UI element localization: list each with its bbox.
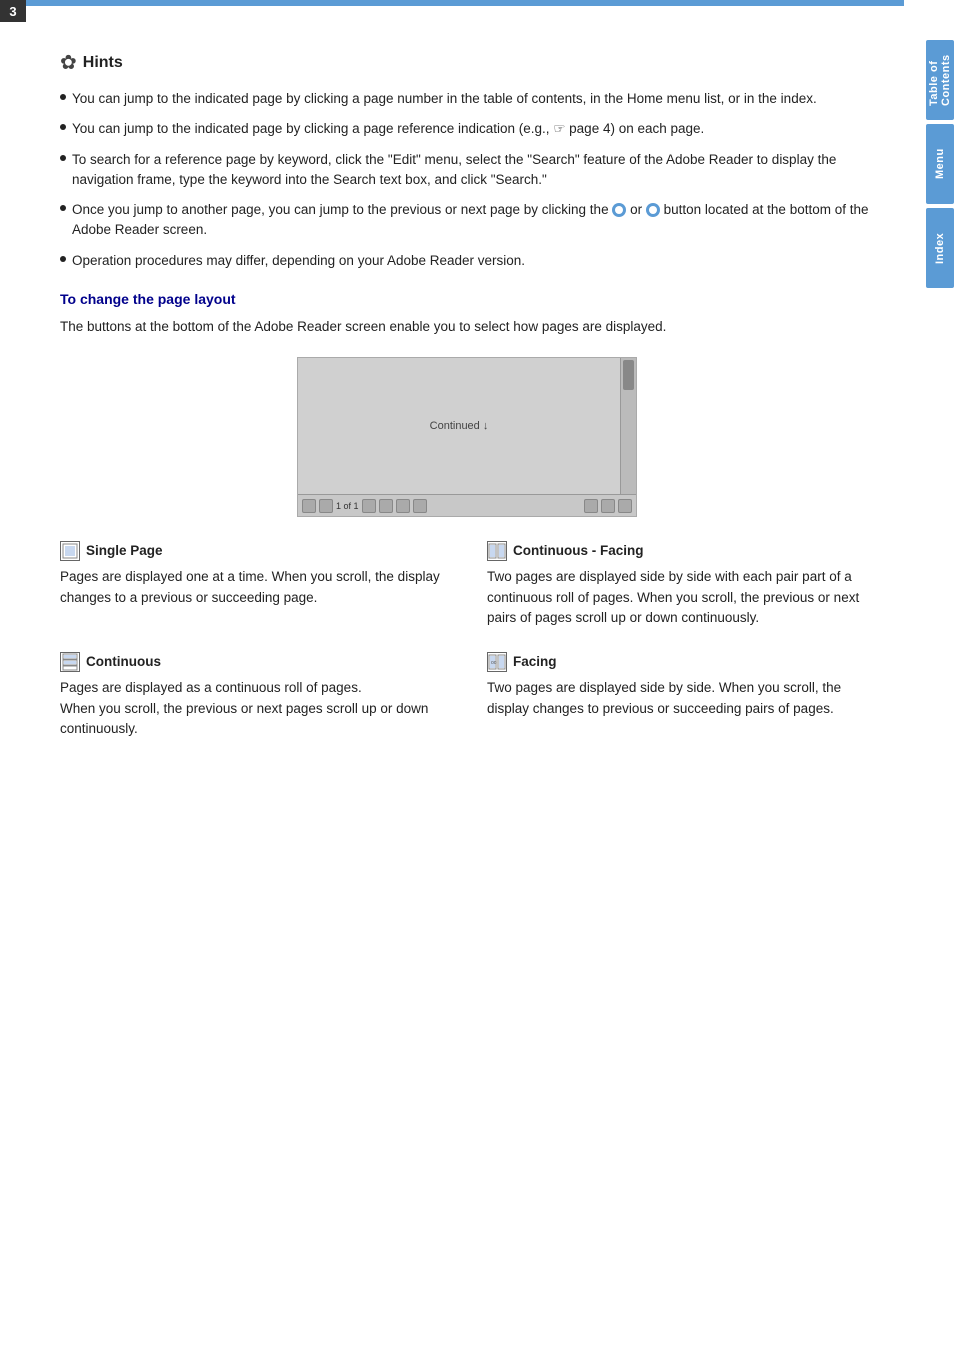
toolbar-btn-zoom2	[601, 499, 615, 513]
toolbar-page-indicator: 1 of 1	[336, 501, 359, 511]
section-title: To change the page layout	[60, 291, 874, 307]
mockup-scrollbar	[620, 358, 636, 494]
continuous-description: Pages are displayed as a continuous roll…	[60, 678, 447, 739]
single-page-title: Single Page	[86, 541, 163, 561]
bullet-3	[60, 155, 66, 161]
facing-icon: oo	[487, 652, 507, 672]
next-button-icon	[646, 203, 660, 217]
single-page-description: Pages are displayed one at a time. When …	[60, 567, 447, 608]
toolbar-btn-first	[302, 499, 316, 513]
view-mode-continuous-facing: Continuous - Facing Two pages are displa…	[487, 541, 874, 628]
continuous-facing-description: Two pages are displayed side by side wit…	[487, 567, 874, 628]
toolbar-btn-view2	[413, 499, 427, 513]
tab-index[interactable]: Index	[926, 208, 954, 288]
hint-text-4: Once you jump to another page, you can j…	[72, 200, 874, 241]
single-page-icon	[60, 541, 80, 561]
bullet-2	[60, 124, 66, 130]
hint-item-1: You can jump to the indicated page by cl…	[60, 89, 874, 109]
facing-description: Two pages are displayed side by side. Wh…	[487, 678, 874, 719]
sidebar-tabs: Table ofContents Menu Index	[904, 40, 954, 292]
hint-item-4: Once you jump to another page, you can j…	[60, 200, 874, 241]
hint-item-3: To search for a reference page by keywor…	[60, 150, 874, 191]
mockup-scrollthumb	[623, 360, 634, 390]
toolbar-btn-zoom1	[584, 499, 598, 513]
page-number: 3	[0, 0, 26, 22]
view-mode-single-page: Single Page Pages are displayed one at a…	[60, 541, 447, 628]
hint-text-3: To search for a reference page by keywor…	[72, 150, 874, 191]
hint-item-5: Operation procedures may differ, dependi…	[60, 251, 874, 271]
toolbar-btn-zoom3	[618, 499, 632, 513]
facing-header: oo Facing	[487, 652, 874, 672]
bullet-4	[60, 205, 66, 211]
hint-text-5: Operation procedures may differ, dependi…	[72, 251, 525, 271]
continuous-facing-icon	[487, 541, 507, 561]
prev-button-icon	[612, 203, 626, 217]
hints-title: Hints	[83, 54, 123, 72]
toolbar-btn-last	[379, 499, 393, 513]
hint-text-1: You can jump to the indicated page by cl…	[72, 89, 817, 109]
bullet-5	[60, 256, 66, 262]
mockup-continued-text: Continued ↓	[430, 420, 489, 432]
continuous-facing-header: Continuous - Facing	[487, 541, 874, 561]
mockup-toolbar: 1 of 1	[298, 494, 636, 516]
view-modes-grid: Single Page Pages are displayed one at a…	[60, 541, 874, 739]
toolbar-btn-prev	[319, 499, 333, 513]
hint-item-2: You can jump to the indicated page by cl…	[60, 119, 874, 139]
top-bar	[26, 0, 904, 6]
main-content: ✿ Hints You can jump to the indicated pa…	[40, 20, 894, 779]
continuous-facing-title: Continuous - Facing	[513, 541, 644, 561]
hints-header: ✿ Hints	[60, 50, 874, 75]
svg-text:oo: oo	[491, 660, 497, 666]
toolbar-btn-view1	[396, 499, 410, 513]
toolbar-btn-next	[362, 499, 376, 513]
facing-title: Facing	[513, 652, 557, 672]
continuous-title: Continuous	[86, 652, 161, 672]
bullet-1	[60, 94, 66, 100]
continuous-icon	[60, 652, 80, 672]
hints-icon: ✿	[60, 50, 77, 75]
section-description: The buttons at the bottom of the Adobe R…	[60, 317, 874, 337]
hints-list: You can jump to the indicated page by cl…	[60, 89, 874, 271]
hint-text-2: You can jump to the indicated page by cl…	[72, 119, 704, 139]
view-mode-continuous: Continuous Pages are displayed as a cont…	[60, 652, 447, 739]
single-page-header: Single Page	[60, 541, 447, 561]
reader-mockup: Continued ↓ 1 of 1	[297, 357, 637, 517]
tab-menu[interactable]: Menu	[926, 124, 954, 204]
continuous-header: Continuous	[60, 652, 447, 672]
view-mode-facing: oo Facing Two pages are displayed side b…	[487, 652, 874, 739]
mockup-page-area: Continued ↓	[298, 358, 620, 494]
tab-table-of-contents[interactable]: Table ofContents	[926, 40, 954, 120]
